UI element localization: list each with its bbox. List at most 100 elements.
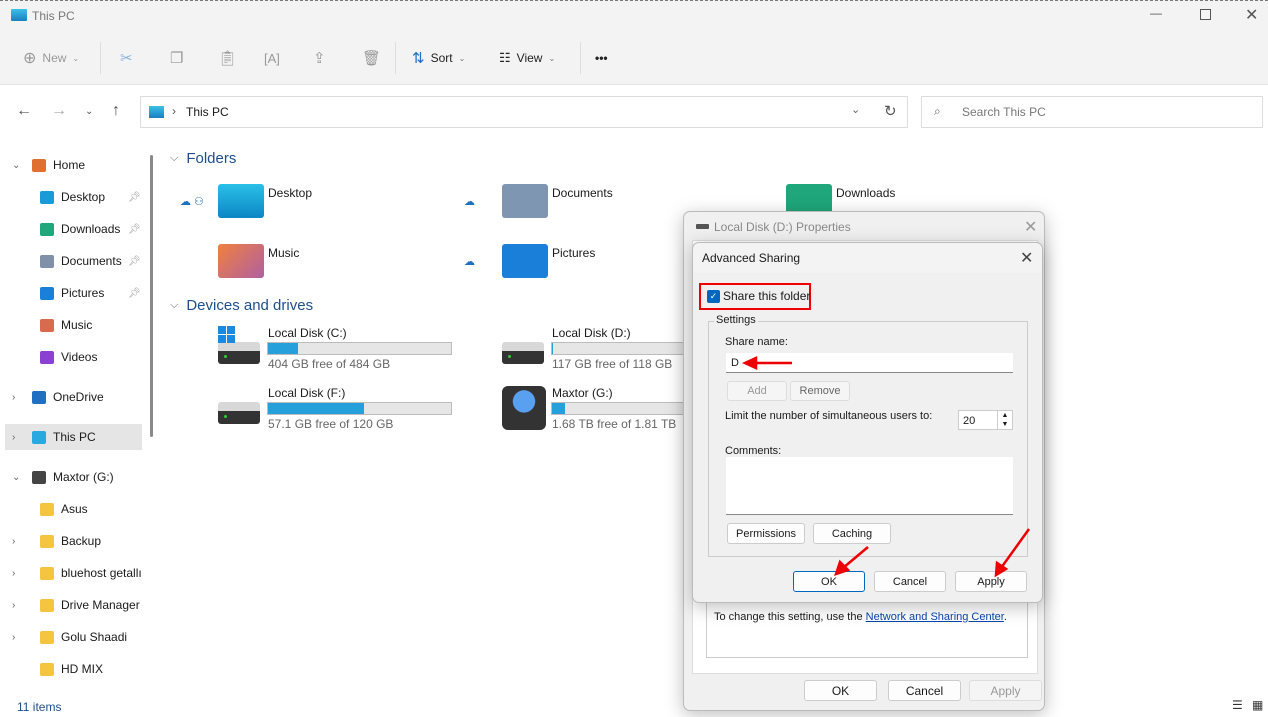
sidebar-item-label: Pictures (61, 286, 105, 300)
share-name-input[interactable]: D (726, 353, 1013, 373)
apply-button[interactable]: Apply (955, 571, 1027, 592)
copy-icon[interactable]: ❐ (170, 44, 183, 72)
sidebar-item-backup[interactable]: › Backup (0, 528, 142, 554)
drive-usage-bar (267, 342, 452, 355)
hard-drive-icon (502, 342, 544, 364)
rename-icon[interactable]: [A] (264, 44, 280, 72)
close-button[interactable]: ✕ (1245, 5, 1258, 25)
sidebar-item-maxtor-g-[interactable]: ⌄ Maxtor (G:) (0, 464, 142, 490)
forward-button[interactable]: → (51, 102, 67, 120)
usage-fill (552, 403, 566, 414)
address-bar[interactable]: › This PC ⌄ ↻ (140, 96, 908, 128)
cloud-sync-icon: ☁︎ ⚇ (180, 196, 204, 208)
sidebar-item-label: Videos (61, 350, 98, 364)
cancel-button[interactable]: Cancel (888, 680, 961, 701)
recent-locations-button[interactable]: ⌄ (85, 106, 93, 117)
add-button[interactable]: Add (727, 381, 787, 401)
ok-button[interactable]: OK (804, 680, 877, 701)
maximize-button[interactable] (1200, 9, 1211, 20)
sidebar-item-onedrive[interactable]: › OneDrive (0, 384, 142, 410)
share-icon[interactable]: ⇪ (313, 44, 326, 72)
sidebar-item-drive-manager[interactable]: › Drive Manager (0, 592, 142, 618)
sidebar-item-golu-shaadi[interactable]: › Golu Shaadi (0, 624, 142, 650)
network-note: To change this setting, use the Network … (714, 611, 1007, 623)
caching-button[interactable]: Caching (813, 523, 891, 544)
sort-icon: ⇅ (412, 50, 425, 67)
sidebar-item-this-pc[interactable]: › This PC (5, 424, 142, 450)
usage-fill (552, 343, 554, 354)
sidebar-item-hd-mix[interactable]: HD MIX (0, 656, 142, 682)
share-folder-checkbox[interactable]: ✓ Share this folder (707, 289, 810, 303)
user-limit-stepper[interactable]: 20 ▲ ▼ (958, 410, 1013, 430)
folder-icon (40, 630, 54, 644)
permissions-button[interactable]: Permissions (727, 523, 805, 544)
close-button[interactable]: ✕ (1024, 217, 1037, 237)
paste-icon[interactable]: 📋︎ (218, 44, 237, 72)
folder-icon (40, 502, 54, 516)
apply-button[interactable]: Apply (969, 680, 1042, 701)
note-period: . (1003, 611, 1007, 623)
pin-icon: 📌︎ (128, 287, 141, 299)
breadcrumb[interactable]: This PC (186, 105, 229, 119)
close-button[interactable]: ✕ (1020, 248, 1033, 268)
sidebar-item-desktop[interactable]: Desktop 📌︎ (0, 184, 142, 210)
sidebar-item-label: HD MIX (61, 662, 103, 676)
sidebar-item-bluehost-getall-[interactable]: › bluehost getallı (0, 560, 142, 586)
sidebar-item-pictures[interactable]: Pictures 📌︎ (0, 280, 142, 306)
folders-section-header[interactable]: ⌵ Folders (170, 150, 236, 167)
sidebar-scrollbar[interactable] (150, 155, 153, 437)
usage-fill (268, 343, 299, 354)
chevron-down-icon[interactable]: ⌄ (12, 472, 26, 483)
chevron-right-icon[interactable]: › (12, 600, 26, 611)
chevron-down-icon[interactable]: ⌄ (12, 160, 26, 171)
chevron-down-icon: ⌄ (458, 53, 466, 63)
details-view-icon[interactable]: ☰ (1232, 698, 1243, 712)
drive-label: Maxtor (G:) (552, 386, 613, 400)
sidebar-item-videos[interactable]: Videos (0, 344, 142, 370)
sidebar-item-downloads[interactable]: Downloads 📌︎ (0, 216, 142, 242)
drives-section-header[interactable]: ⌵ Devices and drives (170, 297, 313, 314)
advanced-sharing-dialog: Advanced Sharing ✕ ✓ Share this folder S… (692, 242, 1043, 603)
view-icon: ☷ (499, 50, 511, 65)
spinner-arrows-icon[interactable]: ▲ ▼ (997, 411, 1012, 429)
search-input[interactable]: ⌕ Search This PC (921, 96, 1263, 128)
chevron-right-icon[interactable]: › (12, 632, 26, 643)
share-name-label: Share name: (725, 336, 788, 348)
comments-textarea[interactable] (726, 457, 1013, 515)
settings-group-label: Settings (714, 314, 758, 326)
folder-label: Pictures (552, 246, 596, 260)
folder-icon (40, 566, 54, 580)
refresh-icon[interactable]: ↻ (884, 102, 897, 120)
sort-button[interactable]: ⇅ Sort ⌄ (412, 44, 465, 72)
address-dropdown-icon[interactable]: ⌄ (851, 103, 860, 116)
ok-button[interactable]: OK (793, 571, 865, 592)
chevron-right-icon[interactable]: › (12, 432, 26, 443)
remove-button[interactable]: Remove (790, 381, 850, 401)
sidebar-item-documents[interactable]: Documents 📌︎ (0, 248, 142, 274)
sidebar-item-music[interactable]: Music (0, 312, 142, 338)
music-icon (40, 318, 54, 332)
item-count: 11 items (17, 700, 62, 714)
folder-icon (40, 534, 54, 548)
minimize-button[interactable]: — (1150, 6, 1162, 20)
note-text: To change this setting, use the (714, 611, 866, 623)
sidebar-item-home[interactable]: ⌄ Home (0, 152, 142, 178)
tiles-view-icon[interactable]: ▦ (1252, 698, 1263, 712)
chevron-right-icon[interactable]: › (12, 568, 26, 579)
more-options-button[interactable]: ••• (595, 44, 608, 72)
cut-icon[interactable]: ✂ (120, 44, 133, 72)
new-button[interactable]: ⊕ New ⌄ (23, 44, 79, 72)
dialog-title: Advanced Sharing (702, 251, 801, 265)
chevron-down-icon: ⌵ (170, 299, 179, 311)
chevron-right-icon[interactable]: › (12, 536, 26, 547)
chevron-right-icon[interactable]: › (12, 392, 26, 403)
back-button[interactable]: ← (16, 102, 32, 120)
sidebar-item-label: Home (53, 158, 86, 172)
network-sharing-center-link[interactable]: Network and Sharing Center (866, 611, 1004, 623)
sidebar-item-asus[interactable]: Asus (0, 496, 142, 522)
view-button[interactable]: ☷ View ⌄ (499, 44, 555, 72)
cancel-button[interactable]: Cancel (874, 571, 946, 592)
videos-icon (40, 350, 54, 364)
up-button[interactable]: ↑ (112, 102, 120, 120)
delete-icon[interactable]: 🗑︎ (362, 44, 381, 72)
